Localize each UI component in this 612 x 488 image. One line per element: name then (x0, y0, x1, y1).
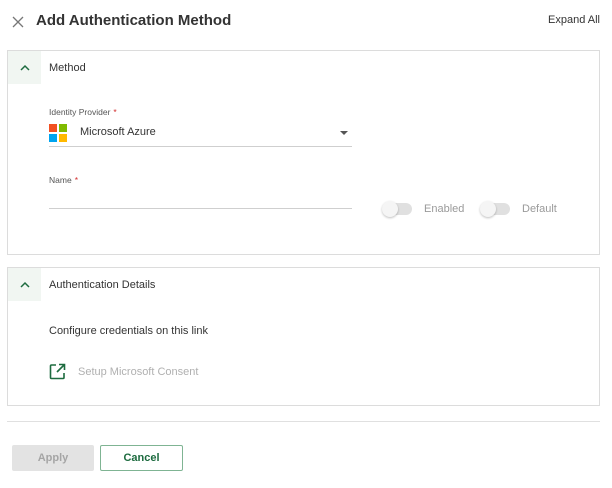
apply-button[interactable]: Apply (12, 445, 94, 471)
setup-consent-label: Setup Microsoft Consent (78, 365, 199, 378)
name-label-text: Name (49, 175, 72, 185)
collapse-method-button[interactable] (8, 51, 41, 84)
required-mark: * (74, 175, 78, 185)
identity-provider-label: Identity Provider * (49, 107, 117, 117)
footer-divider (7, 421, 600, 422)
default-toggle-knob[interactable] (480, 201, 496, 217)
microsoft-logo-yellow (59, 134, 67, 142)
auth-panel-title: Authentication Details (49, 279, 156, 291)
collapse-auth-button[interactable] (8, 268, 41, 301)
method-panel-title: Method (49, 62, 86, 74)
required-mark: * (113, 107, 117, 117)
default-toggle-track[interactable] (480, 201, 510, 217)
enabled-toggle-track[interactable] (382, 201, 412, 217)
identity-provider-select[interactable]: Microsoft Azure (49, 122, 352, 147)
authentication-details-panel: Authentication Details Configure credent… (7, 267, 600, 406)
setup-consent-link[interactable]: Setup Microsoft Consent (49, 363, 198, 380)
cancel-button[interactable]: Cancel (100, 445, 183, 471)
name-label: Name * (49, 175, 78, 185)
external-link-icon (49, 363, 66, 380)
dialog-header: Add Authentication Method Expand All (0, 0, 612, 42)
auth-description: Configure credentials on this link (49, 325, 208, 337)
default-toggle-label: Default (522, 203, 557, 215)
chevron-up-icon (19, 64, 30, 71)
microsoft-logo-green (59, 124, 67, 132)
method-panel: Method Identity Provider * Microsoft Azur… (7, 50, 600, 255)
microsoft-logo-icon (49, 124, 67, 142)
identity-provider-label-text: Identity Provider (49, 107, 111, 117)
enabled-toggle-knob[interactable] (382, 201, 398, 217)
auth-panel-header[interactable]: Authentication Details (8, 268, 599, 302)
chevron-down-icon (340, 131, 348, 135)
microsoft-logo-red (49, 124, 57, 132)
identity-provider-value: Microsoft Azure (80, 126, 156, 138)
microsoft-logo-blue (49, 134, 57, 142)
enabled-toggle-label: Enabled (424, 203, 465, 215)
chevron-up-icon (19, 281, 30, 288)
method-panel-header[interactable]: Method (8, 51, 599, 85)
default-toggle[interactable]: Default (480, 201, 557, 217)
name-field[interactable] (49, 191, 352, 209)
enabled-toggle[interactable]: Enabled (382, 201, 465, 217)
close-icon (12, 16, 24, 28)
expand-all-button[interactable]: Expand All (548, 14, 600, 26)
close-button[interactable] (8, 12, 28, 32)
page-title: Add Authentication Method (36, 12, 232, 29)
